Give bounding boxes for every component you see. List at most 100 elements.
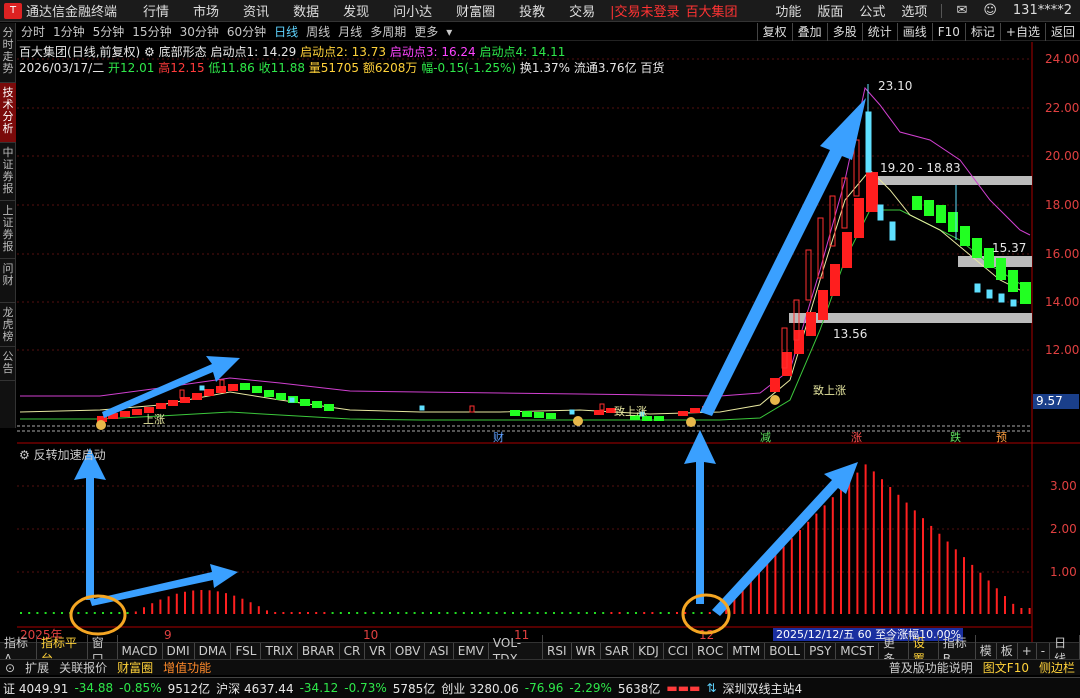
indicator-bar <box>659 612 662 614</box>
indicator-bar <box>52 612 55 614</box>
signal-coin-icon <box>770 395 780 405</box>
tab-mtm[interactable]: MTM <box>728 643 766 659</box>
price-label: 22.00 <box>1045 101 1079 115</box>
indicator-bar <box>315 612 318 614</box>
tab-roc[interactable]: ROC <box>693 643 729 659</box>
indicator-bar <box>495 612 498 614</box>
indicator-bar <box>872 471 875 614</box>
tab-obv[interactable]: OBV <box>391 643 426 659</box>
sh-change: -34.88 <box>74 681 114 695</box>
sh-percent: -0.85% <box>119 681 162 695</box>
indicator-bar <box>93 612 96 614</box>
tab-dma[interactable]: DMA <box>195 643 232 659</box>
tab-template-2[interactable]: 板 <box>997 643 1018 659</box>
tab-rsi[interactable]: RSI <box>543 643 572 659</box>
annotation-band1: 19.20 - 18.83 <box>880 161 961 175</box>
zoom-out-button[interactable]: - <box>1037 643 1051 659</box>
candles-up <box>179 139 860 413</box>
addon-button[interactable]: 增值功能 <box>158 659 216 676</box>
indicator-tabs: 指标A 指标平台 窗口 MACD DMI DMA FSL TRIX BRAR C… <box>0 635 1080 667</box>
indicator-bar <box>889 486 892 614</box>
indicator-bar <box>1012 603 1015 614</box>
expand-button[interactable]: 扩展 <box>20 659 54 676</box>
cy-index[interactable]: 创业 3280.06 <box>438 680 521 697</box>
tab-trix[interactable]: TRIX <box>261 643 298 659</box>
event-marker-finance: 财 <box>493 430 504 444</box>
indicator-bar <box>569 612 572 614</box>
indicator-bar <box>323 612 326 614</box>
indicator-bar <box>356 612 359 614</box>
tab-mcst[interactable]: MCST <box>836 643 879 659</box>
indicator-bar <box>421 612 424 614</box>
tab-asi[interactable]: ASI <box>425 643 454 659</box>
sh-index[interactable]: 证 4049.91 <box>0 680 71 697</box>
tab-sar[interactable]: SAR <box>601 643 635 659</box>
tab-cci[interactable]: CCI <box>664 643 694 659</box>
price-label: 24.00 <box>1045 52 1079 66</box>
indicator-bar <box>44 612 47 614</box>
price-axis-labels: 24.00 22.00 20.00 18.00 16.00 14.00 12.0… <box>1045 52 1079 579</box>
month-label: 12 <box>699 628 714 642</box>
indicator-bar <box>963 557 965 614</box>
indicator-bar <box>430 612 432 614</box>
tab-kdj[interactable]: KDJ <box>634 643 664 659</box>
sidebar-button[interactable]: 侧边栏 <box>1034 659 1080 676</box>
event-marker-reduce: 减 <box>760 431 771 444</box>
event-markers[interactable]: 财 减 涨 跌 预 <box>493 430 1007 444</box>
indicator-bar <box>954 549 957 614</box>
time-axis-labels: 2025年 9 10 11 12 <box>20 628 714 642</box>
indicator-bar <box>143 607 145 614</box>
indicator-bar <box>840 489 842 614</box>
blue-arrows <box>74 98 866 616</box>
tab-vr[interactable]: VR <box>365 643 391 659</box>
indicator-bar <box>971 564 974 614</box>
related-quote-button[interactable]: 关联报价 <box>54 659 112 676</box>
help-button[interactable]: 普及版功能说明 <box>884 659 978 676</box>
market-breadth-icon: ▬▬▬ <box>666 681 701 695</box>
tab-brar[interactable]: BRAR <box>298 643 340 659</box>
signal-coin-icon <box>573 416 583 426</box>
indicator-gear-icon[interactable]: ⚙ <box>19 448 30 462</box>
annotation-signal1: 上涨 <box>143 413 165 426</box>
wealth-circle-button[interactable]: 财富圈 <box>112 659 158 676</box>
indicator-bar <box>856 472 859 614</box>
indicator-bar <box>462 612 465 614</box>
server-station[interactable]: 深圳双线主站4 <box>720 680 806 697</box>
sz-index[interactable]: 沪深 4637.44 <box>213 680 296 697</box>
indicator-bar <box>676 612 678 614</box>
tab-dmi[interactable]: DMI <box>163 643 195 659</box>
indicator-bar <box>602 612 605 614</box>
indicator-bar <box>700 612 703 614</box>
arrow-annotation <box>684 430 716 604</box>
indicator-bar <box>864 464 867 614</box>
indicator-bar <box>905 502 908 614</box>
tab-emv[interactable]: EMV <box>454 643 489 659</box>
zoom-in-button[interactable]: + <box>1018 643 1037 659</box>
indicator-bar <box>790 538 793 614</box>
sh-amount: 9512亿 <box>167 681 211 696</box>
price-label: 18.00 <box>1045 198 1079 212</box>
tab-wr[interactable]: WR <box>572 643 601 659</box>
tab-psy[interactable]: PSY <box>805 643 837 659</box>
tab-fsl[interactable]: FSL <box>231 643 262 659</box>
tab-boll[interactable]: BOLL <box>765 643 806 659</box>
f10-doc-button[interactable]: 图文F10 <box>978 659 1034 676</box>
month-label: 9 <box>164 628 172 642</box>
kline-chart[interactable]: 24.00 22.00 20.00 18.00 16.00 14.00 12.0… <box>0 0 1080 642</box>
tab-template-1[interactable]: 模 <box>976 643 997 659</box>
resistance-band <box>878 176 1032 185</box>
indicator-bar <box>192 590 195 614</box>
annotation-low: 13.56 <box>833 327 867 341</box>
tab-macd[interactable]: MACD <box>118 643 163 659</box>
indicator-bar <box>708 612 711 614</box>
mid-band <box>958 256 1032 267</box>
downtrend-blocks <box>240 196 1031 421</box>
indicator-bar <box>85 612 88 614</box>
indicator-bar <box>577 612 580 614</box>
arrow-annotation <box>712 462 858 616</box>
annotation-high: 23.10 <box>878 79 912 93</box>
tab-cr[interactable]: CR <box>340 643 366 659</box>
indicator-bar <box>184 591 186 614</box>
toggle-icon[interactable]: ⊙ <box>0 661 20 675</box>
indicator-bar <box>618 612 621 614</box>
